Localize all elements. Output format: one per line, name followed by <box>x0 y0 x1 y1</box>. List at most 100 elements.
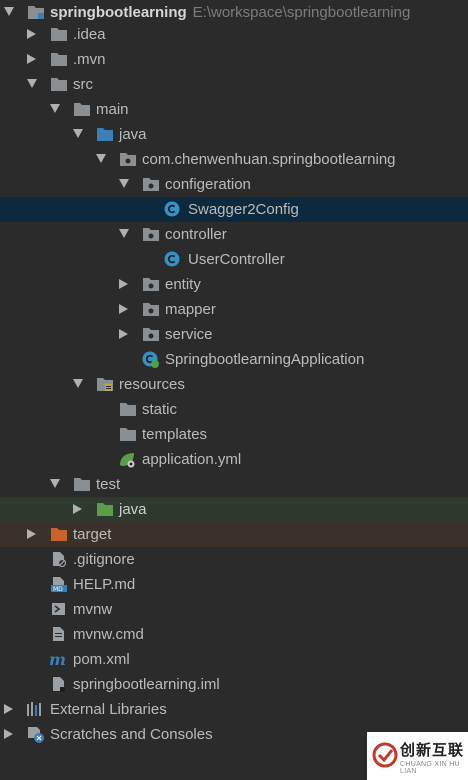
tree-row-mvnw-cmd[interactable]: mvnw.cmd <box>0 622 468 647</box>
tree-label: src <box>73 76 93 93</box>
chevron-down-icon[interactable] <box>73 379 83 388</box>
ignore-file-icon <box>50 551 68 567</box>
tree-row-help-md[interactable]: MD HELP.md <box>0 572 468 597</box>
tree-row-mvnw[interactable]: mvnw <box>0 597 468 622</box>
project-name: springbootlearning <box>50 4 187 21</box>
package-icon <box>142 176 160 192</box>
chevron-down-icon[interactable] <box>50 104 60 113</box>
svg-text:m: m <box>49 651 66 667</box>
folder-icon <box>50 76 68 92</box>
libraries-icon <box>26 701 44 717</box>
tree-label: Scratches and Consoles <box>50 726 213 743</box>
tree-row-gitignore[interactable]: .gitignore <box>0 547 468 572</box>
module-file-icon <box>50 676 68 692</box>
tree-row-entity[interactable]: entity <box>0 272 468 297</box>
spring-boot-class-icon <box>141 351 159 368</box>
tree-row-application-yml[interactable]: application.yml <box>0 447 468 472</box>
test-folder-icon <box>96 501 114 517</box>
tree-label: java <box>119 126 147 143</box>
markdown-file-icon: MD <box>50 576 68 592</box>
tree-row-pom-xml[interactable]: m pom.xml <box>0 647 468 672</box>
tree-row-target[interactable]: target <box>0 522 468 547</box>
tree-label: Swagger2Config <box>188 201 299 218</box>
package-icon <box>142 326 160 342</box>
folder-icon <box>50 51 68 67</box>
tree-label: springbootlearning E:\workspace\springboo… <box>50 3 410 22</box>
project-path: E:\workspace\springbootlearning <box>192 4 411 21</box>
tree-label: mapper <box>165 301 216 318</box>
chevron-down-icon[interactable] <box>96 154 106 163</box>
tree-label: External Libraries <box>50 701 167 718</box>
chevron-down-icon[interactable] <box>119 229 129 238</box>
tree-label: springbootlearning.iml <box>73 676 220 693</box>
chevron-right-icon[interactable] <box>119 279 128 289</box>
folder-icon <box>73 476 91 492</box>
chevron-down-icon[interactable] <box>50 479 60 488</box>
chevron-right-icon[interactable] <box>27 54 36 64</box>
tree-row-package[interactable]: com.chenwenhuan.springbootlearning <box>0 147 468 172</box>
tree-row-usercontroller[interactable]: UserController <box>0 247 468 272</box>
tree-row-swagger2config[interactable]: Swagger2Config <box>0 197 468 222</box>
tree-label: .idea <box>73 26 106 43</box>
chevron-right-icon[interactable] <box>119 304 128 314</box>
text-file-icon <box>50 626 68 642</box>
tree-row-test-java[interactable]: java <box>0 497 468 522</box>
tree-row-application-class[interactable]: SpringbootlearningApplication <box>0 347 468 372</box>
tree-row-static[interactable]: static <box>0 397 468 422</box>
tree-label: .gitignore <box>73 551 135 568</box>
tree-label: SpringbootlearningApplication <box>165 351 365 368</box>
tree-row-main-java[interactable]: java <box>0 122 468 147</box>
watermark-subtext: CHUANG XIN HU LIAN <box>400 761 460 775</box>
tree-label: mvnw.cmd <box>73 626 144 643</box>
tree-row-main[interactable]: main <box>0 97 468 122</box>
tree-row-iml[interactable]: springbootlearning.iml <box>0 672 468 697</box>
svg-text:MD: MD <box>53 586 63 592</box>
tree-row-test[interactable]: test <box>0 472 468 497</box>
tree-label: configeration <box>165 176 251 193</box>
tree-label: service <box>165 326 213 343</box>
tree-label: target <box>73 526 112 543</box>
chevron-right-icon[interactable] <box>4 704 13 714</box>
tree-label: pom.xml <box>73 651 130 668</box>
tree-row-mapper[interactable]: mapper <box>0 297 468 322</box>
source-folder-icon <box>96 126 114 142</box>
package-icon <box>119 151 137 167</box>
class-icon <box>164 251 182 267</box>
tree-row-external-libraries[interactable]: External Libraries <box>0 697 468 722</box>
chevron-right-icon[interactable] <box>73 504 82 514</box>
folder-icon <box>50 26 68 42</box>
chevron-down-icon[interactable] <box>27 79 37 88</box>
tree-row-service[interactable]: service <box>0 322 468 347</box>
tree-row-src[interactable]: src <box>0 72 468 97</box>
tree-row-mvn[interactable]: .mvn <box>0 47 468 72</box>
tree-label: .mvn <box>73 51 106 68</box>
tree-label: java <box>119 501 147 518</box>
chevron-right-icon[interactable] <box>4 729 13 739</box>
folder-icon <box>73 101 91 117</box>
tree-row-controller[interactable]: controller <box>0 222 468 247</box>
watermark: 创新互联 CHUANG XIN HU LIAN <box>367 732 468 780</box>
tree-row-templates[interactable]: templates <box>0 422 468 447</box>
spring-config-icon <box>118 451 136 468</box>
tree-label: HELP.md <box>73 576 136 593</box>
scratches-icon <box>26 726 44 743</box>
tree-label: mvnw <box>73 601 113 618</box>
tree-row-idea[interactable]: .idea <box>0 22 468 47</box>
module-folder-icon <box>27 4 45 20</box>
folder-icon <box>119 426 137 442</box>
package-icon <box>142 226 160 242</box>
resources-folder-icon <box>96 376 114 392</box>
tree-label: main <box>96 101 129 118</box>
tree-label: resources <box>119 376 185 393</box>
chevron-right-icon[interactable] <box>27 29 36 39</box>
tree-row-configeration[interactable]: configeration <box>0 172 468 197</box>
chevron-right-icon[interactable] <box>27 529 36 539</box>
chevron-down-icon[interactable] <box>4 7 14 16</box>
tree-row-resources[interactable]: resources <box>0 372 468 397</box>
tree-label: com.chenwenhuan.springbootlearning <box>142 151 396 168</box>
chevron-down-icon[interactable] <box>73 129 83 138</box>
package-icon <box>142 301 160 317</box>
shell-script-icon <box>50 601 68 617</box>
chevron-down-icon[interactable] <box>119 179 129 188</box>
chevron-right-icon[interactable] <box>119 329 128 339</box>
